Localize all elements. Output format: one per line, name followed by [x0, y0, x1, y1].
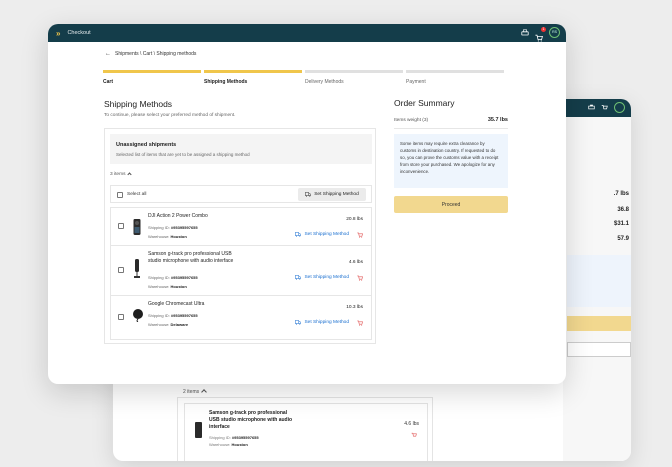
warehouse: Warehouse: Delaware [148, 322, 189, 327]
select-bar: Select all Set Shipping Method [110, 185, 372, 203]
product-weight: 10.3 lbs [346, 305, 363, 310]
proceed-button[interactable] [567, 316, 631, 331]
truck-icon [295, 232, 302, 237]
warehouse: Warehouse: Houston [148, 284, 187, 289]
shipping-id: Shipping ID: #95395597655 [148, 275, 198, 280]
item-list: DJI Action 2 Power Combo Shipping ID: #9… [110, 207, 372, 340]
step-cart[interactable]: Cart [103, 70, 201, 85]
order-summary-title: Order Summary [394, 98, 455, 108]
items-weight-label: Items weight (3) [394, 118, 429, 123]
cart-badge: 1 [541, 26, 546, 32]
product-title: DJI Action 2 Power Combo [148, 213, 208, 219]
divider [394, 128, 508, 129]
product-weight: 4.6 lbs [348, 260, 363, 265]
secondary-button[interactable] [567, 342, 631, 357]
select-all-label: Select all [127, 191, 147, 197]
remove-cart-icon[interactable] [357, 320, 363, 326]
breadcrumb: ← Shipments \ Cart \ Shipping methods [105, 51, 196, 57]
product-title: Samson g-track pro professional USB stud… [209, 410, 293, 430]
avatar[interactable]: RS [549, 27, 560, 38]
summary-value: 57.9 [617, 236, 629, 242]
items-count[interactable]: 2 items [183, 389, 207, 395]
list-item: DJI Action 2 Power Combo Shipping ID: #9… [111, 208, 371, 246]
shipments-panel: Unassigned shipments Selected list of it… [104, 128, 376, 344]
page-title: Shipping Methods [104, 99, 173, 109]
list-item: Samson g-track pro professional USB stud… [184, 403, 428, 461]
unassigned-title: Unassigned shipments [116, 142, 177, 148]
list-item: Google Chromecast Ultra Shipping ID: #95… [111, 296, 371, 341]
avatar [614, 102, 625, 113]
customs-info-box: Some items may require extra clearance b… [394, 134, 508, 188]
warehouse: Warehouse: Houston [209, 442, 248, 447]
action-camera-image [133, 219, 141, 235]
set-shipping-method-link[interactable]: Set Shipping Method [295, 232, 349, 237]
product-weight: 20.8 lbs [346, 217, 363, 222]
list-item: Samson g-track pro professional USB stud… [111, 246, 371, 296]
proceed-button[interactable]: Proceed [394, 196, 508, 213]
set-shipping-method-link[interactable]: Set Shipping Method [295, 275, 349, 280]
page-subtitle: To continue, please select your preferre… [104, 113, 236, 118]
cart-button[interactable]: 1 [535, 26, 546, 42]
remove-cart-icon[interactable] [357, 232, 363, 238]
summary-value: .7 lbs [613, 191, 629, 197]
chevron-up-icon [127, 171, 133, 177]
item-checkbox[interactable] [118, 314, 124, 320]
items-weight-row: Items weight (3) 35.7 lbs [394, 117, 508, 123]
info-box [567, 255, 631, 307]
product-weight: 4.6 lbs [404, 421, 419, 427]
set-shipping-method-button[interactable]: Set Shipping Method [298, 188, 366, 201]
step-delivery-methods[interactable]: Delivery Methods [305, 70, 403, 85]
topbar: » Checkout 1 RS [48, 24, 566, 42]
item-list: Samson g-track pro professional USB stud… [177, 397, 433, 461]
summary-value: $31.1 [613, 221, 629, 227]
back-arrow-icon[interactable]: ← [105, 51, 111, 57]
printer-icon[interactable] [521, 28, 529, 37]
shipping-id: Shipping ID: #95395597655 [148, 313, 198, 318]
remove-cart-icon[interactable] [357, 275, 363, 281]
item-checkbox[interactable] [118, 267, 124, 273]
items-toggle[interactable]: 3 items [110, 171, 133, 177]
truck-icon [295, 275, 302, 280]
remove-cart-icon[interactable] [411, 432, 417, 438]
unassigned-header: Unassigned shipments Selected list of it… [110, 134, 372, 164]
warehouse: Warehouse: Houston [148, 234, 187, 239]
cart-icon [601, 105, 608, 110]
microphone-image [195, 422, 202, 438]
select-all-checkbox[interactable] [117, 191, 123, 198]
app-title: Checkout [67, 30, 91, 36]
step-payment[interactable]: Payment [406, 70, 504, 85]
step-shipping-methods[interactable]: Shipping Methods [204, 70, 302, 85]
printer-icon [588, 104, 595, 110]
cart-icon [535, 34, 543, 42]
microphone-image [134, 259, 140, 278]
logo-icon[interactable]: » [56, 29, 61, 38]
truck-icon [305, 192, 312, 197]
product-title: Samson g-track pro professional USB stud… [148, 251, 234, 264]
chromecast-image [133, 309, 143, 322]
product-title: Google Chromecast Ultra [148, 301, 205, 307]
unassigned-subtitle: Selected list of items that are yet to b… [116, 152, 250, 157]
items-weight-value: 35.7 lbs [487, 117, 508, 123]
shipping-id: Shipping ID: #95395597655 [148, 225, 198, 230]
set-shipping-method-link[interactable]: Set Shipping Method [295, 320, 349, 325]
truck-icon [295, 320, 302, 325]
item-checkbox[interactable] [118, 223, 124, 229]
summary-value: 36.8 [617, 207, 629, 213]
checkout-window: » Checkout 1 RS ← Shipments \ Cart \ Shi… [48, 24, 566, 384]
shipping-id: Shipping ID: #95395597655 [209, 435, 259, 440]
chevron-up-icon [201, 389, 207, 395]
breadcrumb-path[interactable]: Shipments \ Cart \ Shipping methods [115, 51, 196, 57]
